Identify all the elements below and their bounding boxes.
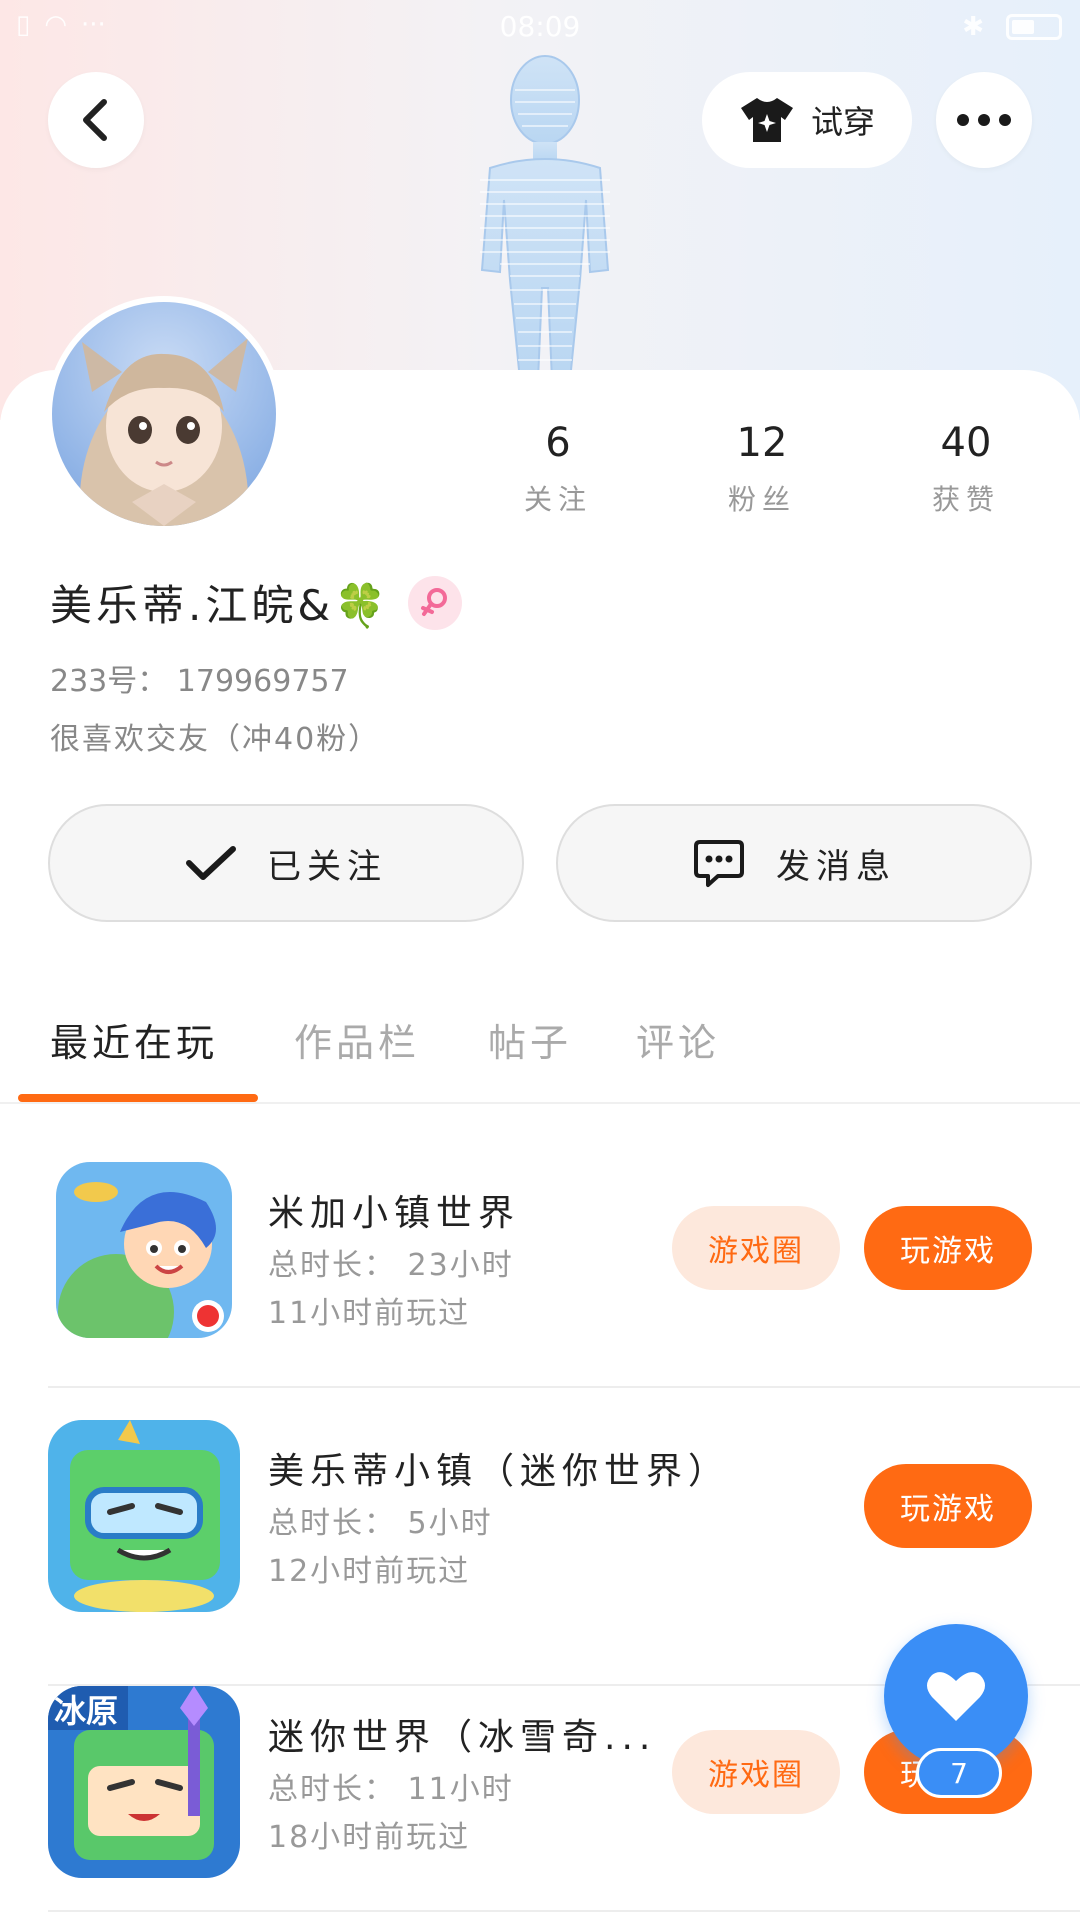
- profile-bio: 很喜欢交友（冲40粉）: [50, 722, 381, 757]
- tab-posts[interactable]: 帖子: [488, 1012, 572, 1067]
- like-count-badge: 7: [916, 1748, 1002, 1798]
- like-fab-button[interactable]: [884, 1624, 1028, 1768]
- game-total-time: 总时长： 5小时: [268, 1506, 493, 1541]
- bluetooth-icon: ✱: [962, 12, 984, 42]
- tshirt-icon: [740, 98, 793, 142]
- try-on-label: 试穿: [810, 103, 875, 141]
- stat-following-value: 6: [545, 420, 571, 466]
- stat-fans-value: 12: [736, 420, 788, 466]
- try-on-button[interactable]: 试穿: [702, 72, 912, 168]
- chat-bubble-icon: [694, 840, 744, 887]
- game-circle-button[interactable]: 游戏圈: [672, 1206, 840, 1290]
- avatar-3d-figure: [480, 55, 610, 380]
- check-icon: [186, 846, 236, 880]
- stat-likes-value: 40: [940, 420, 992, 466]
- game-last-played: 18小时前玩过: [268, 1820, 471, 1855]
- game-total-time: 总时长： 11小时: [268, 1772, 514, 1807]
- followed-label: 已关注: [267, 846, 387, 887]
- game-last-played: 11小时前玩过: [268, 1296, 471, 1331]
- message-label: 发消息: [776, 846, 896, 887]
- game-last-played: 12小时前玩过: [268, 1554, 471, 1589]
- game-icon-melody-town: [48, 1420, 240, 1612]
- game-icon-label: 冰原: [54, 1692, 118, 1730]
- play-game-button[interactable]: 玩游戏: [864, 1464, 1032, 1548]
- profile-uid: 233号： 179969757: [50, 664, 349, 699]
- divider: [48, 1386, 1080, 1388]
- tab-works[interactable]: 作品栏: [294, 1012, 420, 1067]
- stat-fans-label: 粉丝: [727, 483, 796, 516]
- active-tab-indicator: [18, 1094, 258, 1102]
- play-game-button[interactable]: 玩游戏: [864, 1206, 1032, 1290]
- game-icon-mini-world-ice: 冰原: [48, 1686, 240, 1878]
- chevron-left-icon: [83, 99, 107, 141]
- divider: [48, 1910, 1080, 1912]
- stat-following[interactable]: 6 关注: [488, 420, 628, 518]
- stat-likes-label: 获赞: [931, 483, 1000, 516]
- game-icon-mika-town: [56, 1162, 232, 1338]
- status-time: 08:09: [499, 10, 581, 43]
- female-icon: [408, 575, 463, 630]
- profile-name-row: 美乐蒂.江皖&🍀: [50, 572, 463, 633]
- more-button[interactable]: [936, 72, 1032, 168]
- stat-fans[interactable]: 12 粉丝: [692, 420, 832, 518]
- profile-stats: 6 关注 12 粉丝 40 获赞: [0, 420, 1080, 530]
- profile-name: 美乐蒂.江皖&🍀: [50, 581, 391, 630]
- heart-icon: [927, 1672, 985, 1721]
- game-title: 迷你世界（冰雪奇...: [268, 1717, 657, 1758]
- message-button[interactable]: 发消息: [556, 804, 1032, 922]
- tab-comments[interactable]: 评论: [636, 1012, 720, 1067]
- status-bar: ▯ ◠ ··· 08:09 ✱: [0, 0, 1080, 54]
- game-circle-button[interactable]: 游戏圈: [672, 1730, 840, 1814]
- back-button[interactable]: [48, 72, 144, 168]
- battery-icon: [1006, 14, 1062, 40]
- profile-tabs: 最近在玩 作品栏 帖子 评论: [0, 1000, 1080, 1104]
- status-icons-right: ✱: [962, 12, 1062, 42]
- game-total-time: 总时长： 23小时: [268, 1248, 514, 1283]
- followed-button[interactable]: 已关注: [48, 804, 524, 922]
- tab-recently-played[interactable]: 最近在玩: [50, 1012, 218, 1067]
- game-title: 米加小镇世界: [268, 1193, 521, 1234]
- game-title: 美乐蒂小镇（迷你世界）: [268, 1451, 731, 1492]
- stat-likes[interactable]: 40 获赞: [896, 420, 1036, 518]
- stat-following-label: 关注: [523, 483, 592, 516]
- list-item[interactable]: 米加小镇世界 总时长： 23小时 11小时前玩过 游戏圈 玩游戏: [0, 1162, 1080, 1428]
- more-dots-icon: [957, 114, 1011, 126]
